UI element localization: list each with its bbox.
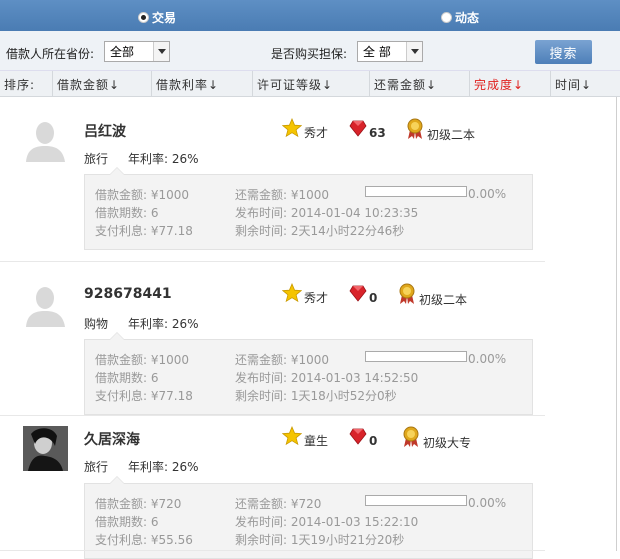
time-left: 剩余时间: 1天18小时52分0秒 <box>235 389 397 403</box>
loan-amount: 借款金额: ¥1000 <box>95 188 190 202</box>
sort-rate[interactable]: 借款利率↓ <box>152 71 253 97</box>
province-label: 借款人所在省份: <box>6 47 95 61</box>
chevron-down-icon <box>406 42 422 61</box>
medal-icon <box>401 426 421 451</box>
time-left: 剩余时间: 1天19小时21分20秒 <box>235 533 405 547</box>
province-select-value: 全部 <box>110 45 135 59</box>
tab-activity[interactable]: 动态 <box>441 9 479 26</box>
loan-periods: 借款期数: 6 <box>95 371 159 385</box>
rank-label: 秀才 <box>304 291 329 305</box>
tab-trade-label: 交易 <box>152 11 177 25</box>
publish-time: 发布时间: 2014-01-03 14:52:50 <box>235 371 419 385</box>
loan-detail-box: 借款金额: ¥720 借款期数: 6 支付利息: ¥55.56 还需金额: ¥720 发… <box>84 476 533 559</box>
borrower-name[interactable]: 久居深海 <box>84 429 140 449</box>
gem-count: 0 <box>369 434 378 448</box>
list-item[interactable]: 吕红波旅行 年利率: 26% 秀才 63 初级二本借款金额: ¥1000 借款期数: 6 支… <box>0 97 545 262</box>
time-left: 剩余时间: 2天14小时22分46秒 <box>235 224 405 238</box>
progress-percent: 0.00% <box>468 352 507 366</box>
sort-time[interactable]: 时间↓ <box>551 71 620 97</box>
loan-amount: 借款金额: ¥1000 <box>95 353 190 367</box>
sort-label: 排序: <box>0 71 53 97</box>
scroll-divider <box>616 97 617 551</box>
progress-percent: 0.00% <box>468 496 507 510</box>
tab-trade[interactable]: 交易 <box>138 9 176 26</box>
guarantee-label: 是否购买担保: <box>271 47 348 61</box>
interest-payment: 支付利息: ¥77.18 <box>95 389 193 403</box>
medal-icon <box>405 118 425 143</box>
gem-badge: 63 <box>349 119 386 140</box>
avatar[interactable] <box>23 282 68 327</box>
gem-count: 63 <box>369 126 386 140</box>
loan-purpose: 旅行 <box>84 152 109 166</box>
sort-amount[interactable]: 借款金额↓ <box>53 71 152 97</box>
gem-count: 0 <box>369 291 378 305</box>
publish-time: 发布时间: 2014-01-03 15:22:10 <box>235 515 419 529</box>
level-label: 初级大专 <box>423 436 472 450</box>
annual-rate: 年利率: 26% <box>128 460 199 474</box>
interest-payment: 支付利息: ¥55.56 <box>95 533 193 547</box>
loan-amount: 借款金额: ¥720 <box>95 497 182 511</box>
red-gem-icon <box>349 284 367 305</box>
loan-periods: 借款期数: 6 <box>95 515 159 529</box>
interest-payment: 支付利息: ¥77.18 <box>95 224 193 238</box>
filter-bar: 借款人所在省份: 全部 是否购买担保: 全 部 搜索 <box>0 31 620 71</box>
rank-label: 童生 <box>304 434 329 448</box>
gem-badge: 0 <box>349 427 377 448</box>
list-item[interactable]: 久居深海旅行 年利率: 26% 童生 0 初级大专借款金额: ¥720 借款期数: 6 支付… <box>0 416 545 559</box>
guarantee-select-value: 全 部 <box>363 45 391 59</box>
sort-bar: 排序: 借款金额↓ 借款利率↓ 许可证等级↓ 还需金额↓ 完成度↓ 时间↓ <box>0 71 620 97</box>
sort-completion[interactable]: 完成度↓ <box>470 71 551 97</box>
loan-purpose: 购物 <box>84 317 109 331</box>
loan-purpose: 旅行 <box>84 460 109 474</box>
progress-bar <box>365 351 467 362</box>
tab-activity-label: 动态 <box>455 11 480 25</box>
annual-rate: 年利率: 26% <box>128 152 199 166</box>
top-tab-bar: 交易 动态 <box>0 0 620 31</box>
loan-periods: 借款期数: 6 <box>95 206 159 220</box>
remaining-amount: 还需金额: ¥1000 <box>235 188 330 202</box>
annual-rate: 年利率: 26% <box>128 317 199 331</box>
level-badge: 初级二本 <box>405 118 475 143</box>
radio-selected-icon <box>138 12 149 23</box>
progress-bar <box>365 186 467 197</box>
rank-badge: 童生 <box>281 425 329 449</box>
loan-detail-box: 借款金额: ¥1000 借款期数: 6 支付利息: ¥77.18 还需金额: ¥100… <box>84 332 533 415</box>
level-badge: 初级大专 <box>401 426 471 451</box>
loan-detail-box: 借款金额: ¥1000 借款期数: 6 支付利息: ¥77.18 还需金额: ¥100… <box>84 167 533 250</box>
rank-label: 秀才 <box>304 126 329 140</box>
remaining-amount: 还需金额: ¥720 <box>235 497 322 511</box>
red-gem-icon <box>349 119 367 140</box>
borrower-name[interactable]: 吕红波 <box>84 121 126 141</box>
progress-percent: 0.00% <box>468 187 507 201</box>
sort-remaining[interactable]: 还需金额↓ <box>370 71 470 97</box>
guarantee-select[interactable]: 全 部 <box>357 41 423 62</box>
level-badge: 初级二本 <box>397 283 467 308</box>
radio-unselected-icon <box>441 12 452 23</box>
publish-time: 发布时间: 2014-01-04 10:23:35 <box>235 206 419 220</box>
red-gem-icon <box>349 427 367 448</box>
progress-bar <box>365 495 467 506</box>
star-icon <box>281 117 303 141</box>
rank-badge: 秀才 <box>281 117 329 141</box>
province-select[interactable]: 全部 <box>104 41 170 62</box>
gem-badge: 0 <box>349 284 377 305</box>
list-item[interactable]: 928678441 购物 年利率: 26% 秀才 0 初级二本借款金额: ¥1000 借款期… <box>0 262 545 416</box>
borrower-name[interactable]: 928678441 <box>84 286 172 302</box>
level-label: 初级二本 <box>427 128 476 142</box>
remaining-amount: 还需金额: ¥1000 <box>235 353 330 367</box>
star-icon <box>281 282 303 306</box>
sort-license-level[interactable]: 许可证等级↓ <box>253 71 370 97</box>
medal-icon <box>397 283 417 308</box>
rank-badge: 秀才 <box>281 282 329 306</box>
chevron-down-icon <box>153 42 169 61</box>
level-label: 初级二本 <box>419 293 468 307</box>
avatar[interactable] <box>23 117 68 162</box>
star-icon <box>281 425 303 449</box>
avatar[interactable] <box>23 426 68 471</box>
search-button[interactable]: 搜索 <box>535 40 592 64</box>
